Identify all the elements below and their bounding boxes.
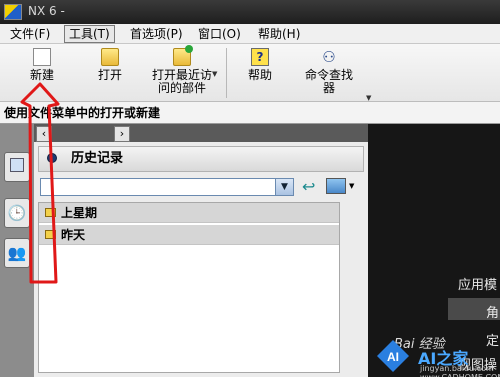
svg-text:AI: AI (387, 350, 399, 364)
annotation-arrow (20, 82, 60, 284)
watermark-logo-icon: AI (377, 340, 409, 372)
watermark-url: jingyan.baidu.com www.CADHOME.COM (420, 364, 500, 377)
